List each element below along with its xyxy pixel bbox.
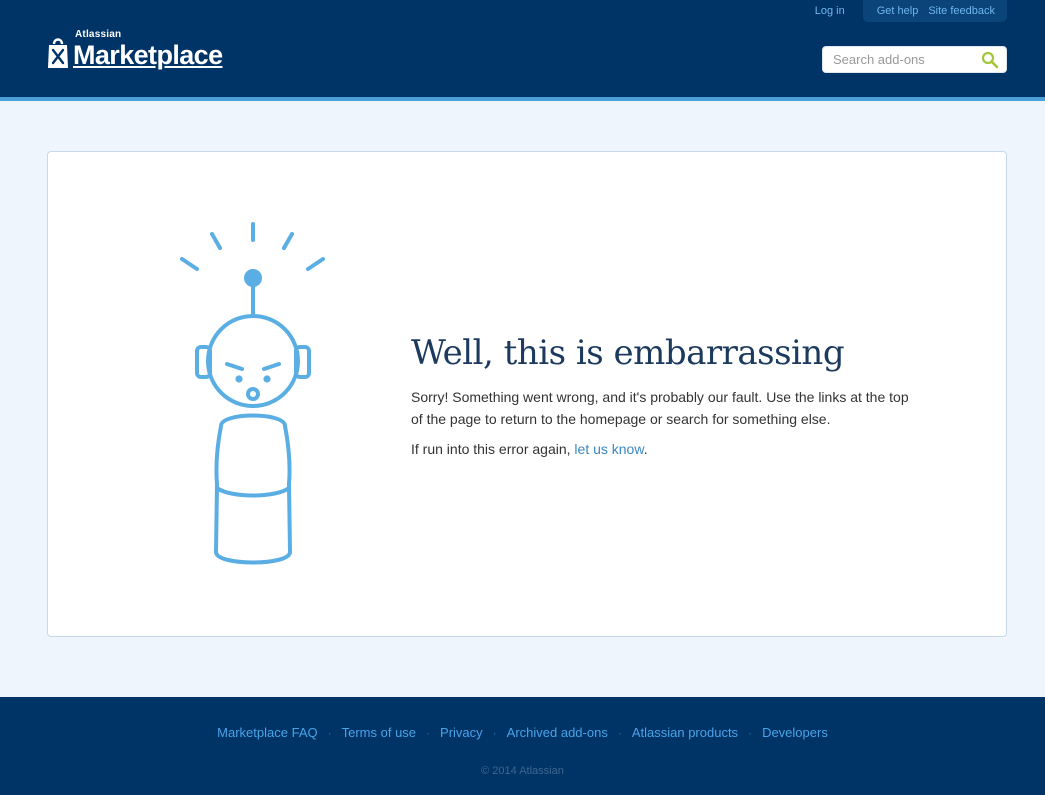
footer-separator: · (748, 725, 753, 740)
shopping-bag-icon (48, 38, 68, 68)
error-card: Well, this is embarrassing Sorry! Someth… (47, 151, 1007, 637)
footer-link-products[interactable]: Atlassian products (632, 725, 738, 740)
logo-atlassian-label: Atlassian (75, 29, 122, 40)
footer-separator: · (327, 725, 332, 740)
error-message: Well, this is embarrassing Sorry! Someth… (411, 333, 911, 460)
footer-link-privacy[interactable]: Privacy (440, 725, 483, 740)
site-footer: Marketplace FAQ · Terms of use · Privacy… (0, 697, 1045, 795)
search-input[interactable] (823, 47, 973, 72)
error-report-line: If run into this error again, let us kno… (411, 438, 911, 460)
login-link[interactable]: Log in (815, 5, 845, 17)
logo-text: Atlassian Marketplace (73, 29, 223, 70)
marketplace-logo[interactable]: Atlassian Marketplace (47, 29, 223, 70)
error-description: Sorry! Something went wrong, and it's pr… (411, 389, 909, 428)
site-header: Log in Get help Site feedback Atlassian … (0, 0, 1045, 101)
footer-link-developers[interactable]: Developers (762, 725, 828, 740)
search-box (822, 46, 1007, 73)
footer-separator: · (426, 725, 431, 740)
logo-marketplace-label: Marketplace (73, 40, 223, 70)
confused-robot-icon (180, 222, 325, 565)
get-help-link[interactable]: Get help (877, 5, 919, 17)
error-report-prefix: If run into this error again, (411, 441, 575, 458)
site-feedback-link[interactable]: Site feedback (928, 5, 995, 17)
error-report-suffix: . (643, 441, 648, 458)
footer-separator: · (617, 725, 622, 740)
footer-link-archived[interactable]: Archived add-ons (507, 725, 608, 740)
footer-link-terms[interactable]: Terms of use (342, 725, 416, 740)
copyright: © 2014 Atlassian (481, 765, 564, 777)
search-icon[interactable] (981, 51, 999, 69)
footer-links: Marketplace FAQ · Terms of use · Privacy… (0, 725, 1045, 740)
let-us-know-link[interactable]: let us know (574, 441, 643, 457)
top-links: Log in Get help Site feedback (815, 0, 1045, 22)
footer-link-faq[interactable]: Marketplace FAQ (217, 725, 317, 740)
error-title: Well, this is embarrassing (411, 333, 845, 373)
footer-separator: · (492, 725, 497, 740)
help-links-box: Get help Site feedback (862, 0, 1007, 22)
